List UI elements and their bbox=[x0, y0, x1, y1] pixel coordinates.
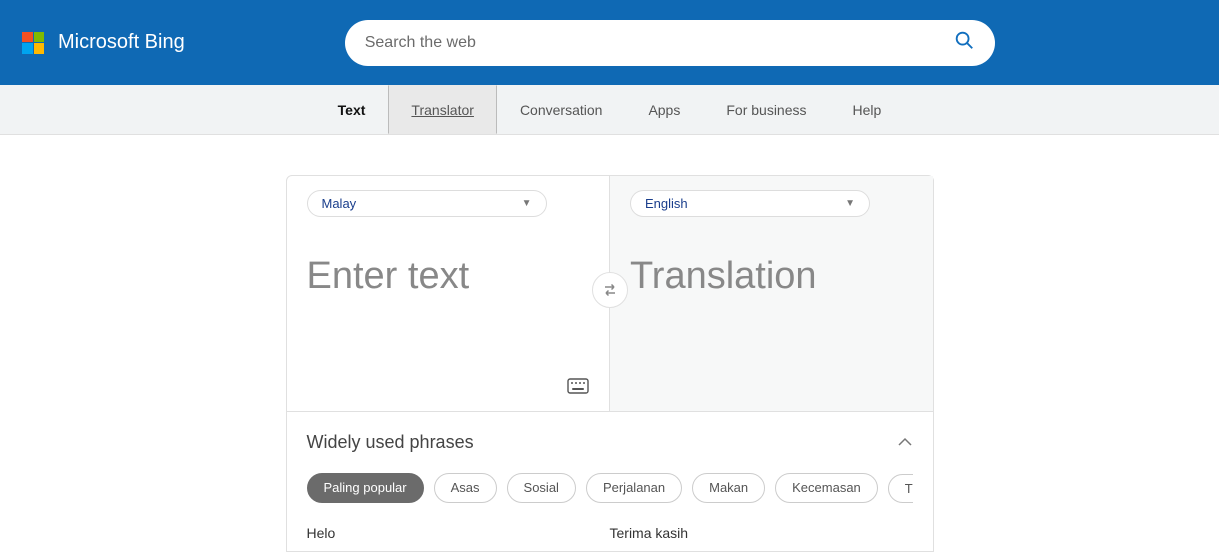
tab-apps[interactable]: Apps bbox=[625, 85, 703, 134]
chip-popular[interactable]: Paling popular bbox=[307, 473, 424, 503]
search-input[interactable] bbox=[365, 34, 953, 52]
main-content: Malay ▼ Enter text English ▼ Translation bbox=[0, 135, 1219, 552]
chip-makan[interactable]: Makan bbox=[692, 473, 765, 503]
phrase-item-terima[interactable]: Terima kasih bbox=[610, 525, 913, 541]
source-language-label: Malay bbox=[322, 196, 357, 211]
keyboard-icon[interactable] bbox=[567, 378, 589, 399]
phrases-title: Widely used phrases bbox=[307, 432, 474, 453]
chevron-up-icon[interactable] bbox=[897, 434, 913, 452]
target-language-label: English bbox=[645, 196, 688, 211]
tab-business[interactable]: For business bbox=[703, 85, 829, 134]
chip-truncated[interactable]: T bbox=[888, 474, 913, 503]
tab-bar: Text Translator Conversation Apps For bu… bbox=[0, 85, 1219, 135]
microsoft-logo-icon bbox=[22, 32, 44, 54]
swap-languages-button[interactable] bbox=[592, 272, 628, 308]
tab-help[interactable]: Help bbox=[830, 85, 905, 134]
search-icon[interactable] bbox=[953, 29, 975, 56]
brand-logo-block[interactable]: Microsoft Bing bbox=[22, 31, 185, 54]
target-text-placeholder: Translation bbox=[630, 255, 913, 298]
brand-text: Microsoft Bing bbox=[58, 31, 185, 54]
tab-translator[interactable]: Translator bbox=[388, 85, 497, 134]
source-text-placeholder[interactable]: Enter text bbox=[307, 255, 590, 298]
tab-text[interactable]: Text bbox=[315, 85, 389, 134]
phrase-item-helo[interactable]: Helo bbox=[307, 525, 610, 541]
chip-perjalanan[interactable]: Perjalanan bbox=[586, 473, 682, 503]
search-bar[interactable] bbox=[345, 20, 995, 66]
tab-conversation[interactable]: Conversation bbox=[497, 85, 626, 134]
phrases-section: Widely used phrases Paling popular Asas … bbox=[287, 411, 933, 551]
target-language-select[interactable]: English ▼ bbox=[630, 190, 870, 217]
chip-asas[interactable]: Asas bbox=[434, 473, 497, 503]
target-pane: English ▼ Translation bbox=[609, 176, 933, 411]
chip-sosial[interactable]: Sosial bbox=[507, 473, 576, 503]
chip-kecemasan[interactable]: Kecemasan bbox=[775, 473, 878, 503]
source-pane: Malay ▼ Enter text bbox=[287, 176, 610, 411]
translation-panes: Malay ▼ Enter text English ▼ Translation bbox=[287, 176, 933, 411]
translator-card: Malay ▼ Enter text English ▼ Translation bbox=[286, 175, 934, 552]
header-bar: Microsoft Bing bbox=[0, 0, 1219, 85]
source-language-select[interactable]: Malay ▼ bbox=[307, 190, 547, 217]
phrase-row: Helo Terima kasih bbox=[307, 525, 913, 541]
phrase-category-chips: Paling popular Asas Sosial Perjalanan Ma… bbox=[307, 473, 913, 503]
chevron-down-icon: ▼ bbox=[845, 198, 855, 209]
chevron-down-icon: ▼ bbox=[522, 198, 532, 209]
